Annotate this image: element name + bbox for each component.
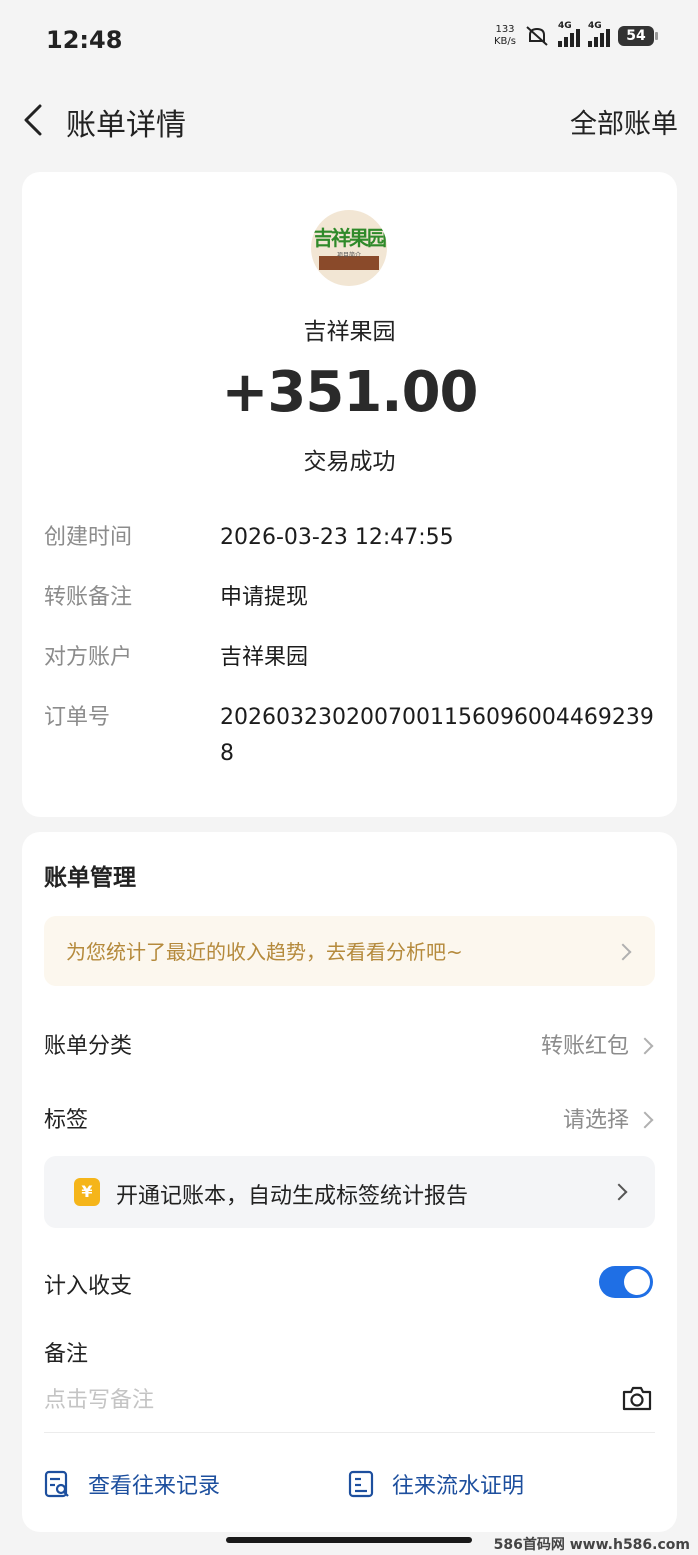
signal-label: 4G [558,21,572,31]
detail-label: 对方账户 [44,645,133,670]
tag-row[interactable]: 标签 请选择 [44,1098,655,1138]
bill-summary-card: 吉祥果园 项目简介 吉祥果园 +351.00 交易成功 创建时间 2026-03… [22,172,677,817]
back-arrow-icon[interactable] [20,100,50,140]
divider [44,1432,655,1433]
include-in-stats-toggle[interactable] [599,1266,653,1298]
history-doc-icon [44,1470,69,1498]
merchant-name: 吉祥果园 [303,319,396,345]
income-trend-banner[interactable]: 为您统计了最近的收入趋势，去看看分析吧~ [44,916,655,986]
chevron-right-icon [636,1037,654,1055]
toggle-knob [624,1269,650,1295]
ledger-promo[interactable]: ¥ 开通记账本，自动生成标签统计报告 [44,1156,655,1228]
camera-icon[interactable] [621,1384,653,1412]
net-speed-value: 133 [495,24,515,35]
promo-text: 为您统计了最近的收入趋势，去看看分析吧~ [66,940,463,964]
include-in-stats-row: 计入收支 [44,1264,655,1304]
watermark: 586首码网 www.h586.com [493,1537,690,1553]
ledger-promo-text: 开通记账本，自动生成标签统计报告 [116,1184,469,1209]
status-icons: 133 KB/s 4G 4G 54 [494,21,658,48]
remark-input[interactable]: 点击写备注 [44,1382,154,1414]
detail-label: 订单号 [44,705,111,730]
net-speed: 133 KB/s [494,24,516,48]
nav-bar: 账单详情 全部账单 [0,92,698,148]
bill-management-card: 账单管理 为您统计了最近的收入趋势，去看看分析吧~ 账单分类 转账红包 标签 请… [22,832,677,1532]
detail-label: 转账备注 [44,585,133,610]
chevron-right-icon [636,1111,654,1129]
mute-icon [526,26,548,46]
row-label: 标签 [44,1108,89,1133]
net-speed-unit: KB/s [494,36,516,47]
chevron-right-icon [614,943,632,961]
logo-subtext: 项目简介 [336,252,361,259]
signal-icon: 4G [558,21,580,47]
remark-row: 备注 [44,1332,655,1372]
section-title: 账单管理 [44,865,136,891]
signal-label: 4G [588,21,602,31]
link-label: 往来流水证明 [392,1474,525,1499]
view-history-link[interactable]: 查看往来记录 [44,1466,220,1502]
bill-category-row[interactable]: 账单分类 转账红包 [44,1024,655,1064]
certificate-icon [348,1470,374,1498]
signal-icon: 4G [588,21,610,47]
detail-value: 2026-03-23 12:47:55 [220,525,454,550]
detail-value: 申请提现 [220,585,309,610]
detail-value: 吉祥果园 [220,645,309,670]
status-time: 12:48 [46,26,123,54]
row-label: 计入收支 [44,1274,133,1299]
detail-value[interactable]: 20260323020070011560960044692398 [220,700,657,772]
logo-text: 吉祥果园 [313,226,387,250]
home-indicator[interactable] [226,1537,472,1543]
row-label: 账单分类 [44,1034,133,1059]
row-label: 备注 [44,1342,89,1367]
transaction-status: 交易成功 [303,449,396,475]
row-value: 请选择 [562,1108,629,1133]
row-value: 转账红包 [540,1034,629,1059]
yen-icon: ¥ [74,1178,100,1206]
status-bar: 12:48 133 KB/s 4G 4G 54 [0,0,698,80]
statement-proof-link[interactable]: 往来流水证明 [348,1466,524,1502]
amount: +351.00 [221,360,478,425]
battery-icon: 54 [618,26,658,46]
chevron-right-icon [610,1183,628,1201]
merchant-logo: 吉祥果园 项目简介 [311,210,387,286]
detail-label: 创建时间 [44,525,133,550]
link-label: 查看往来记录 [88,1474,221,1499]
page-title: 账单详情 [66,108,186,143]
all-bills-button[interactable]: 全部账单 [570,102,678,141]
